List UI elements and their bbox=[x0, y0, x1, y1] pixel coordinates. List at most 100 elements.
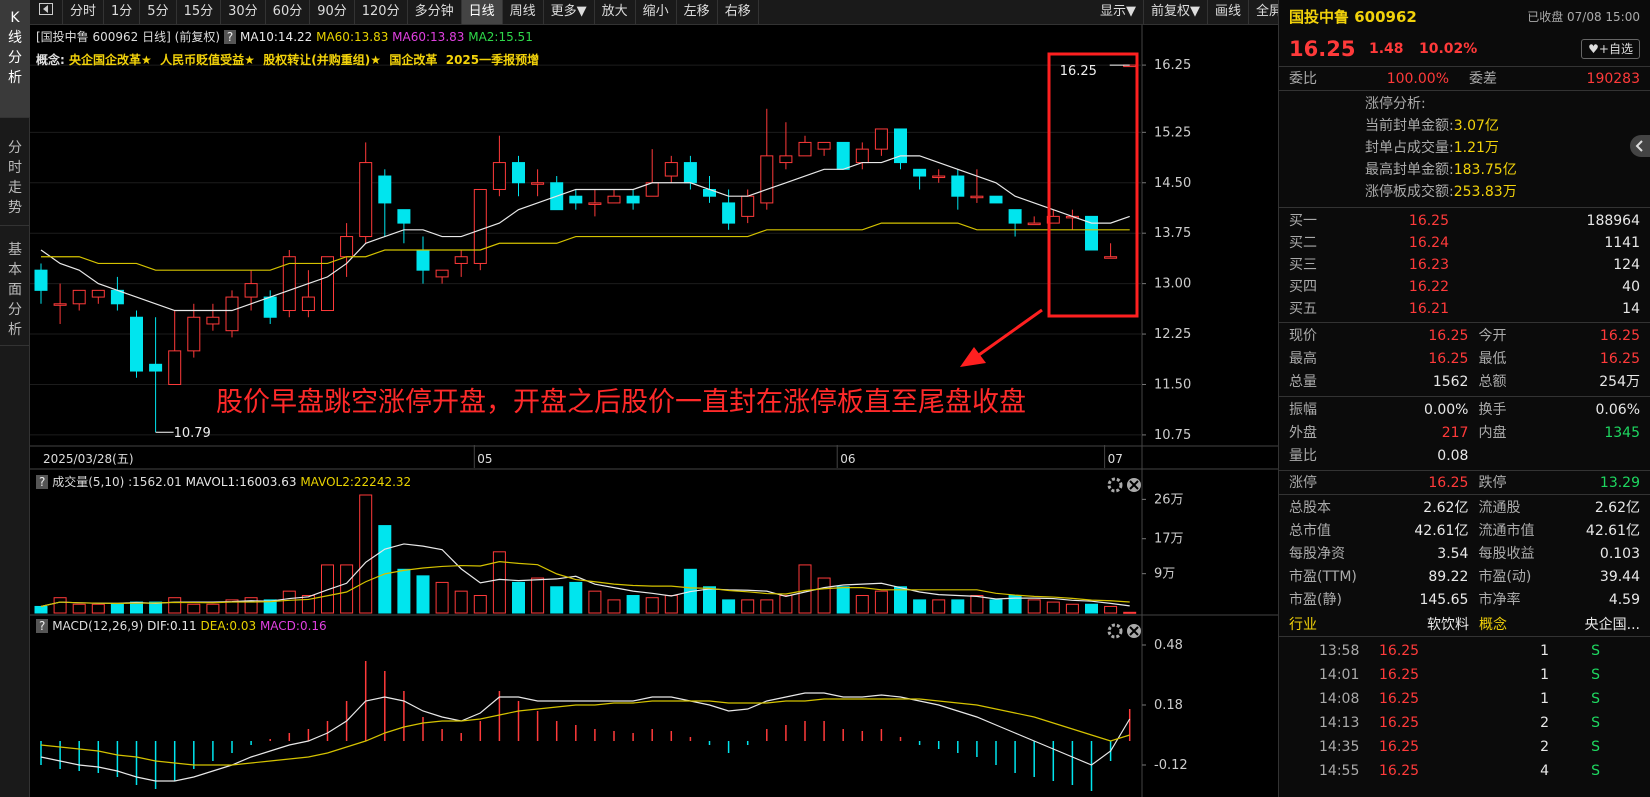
tick-row: 14:13 16.25 2 S bbox=[1279, 711, 1650, 735]
display-tool-button[interactable]: 画线 bbox=[1208, 0, 1249, 24]
candle-body bbox=[72, 289, 86, 305]
concept-item[interactable]: 人民币贬值受益★ bbox=[160, 53, 255, 67]
bid-row[interactable]: 买三 16.23 124 bbox=[1279, 254, 1650, 276]
tick-price: 16.25 bbox=[1379, 643, 1420, 659]
stat-label: 流通股 bbox=[1478, 500, 1521, 516]
volume-bar bbox=[1027, 599, 1041, 614]
macd-axis-label: 0.48 bbox=[1154, 638, 1183, 653]
tick-price: 16.25 bbox=[1379, 715, 1420, 731]
volume-bar bbox=[1085, 603, 1098, 614]
volume-bar bbox=[531, 577, 545, 614]
stat-label: 总股本 bbox=[1289, 500, 1331, 516]
stat-label: 每股收益 bbox=[1478, 546, 1535, 562]
period-button[interactable]: 周线 bbox=[503, 0, 544, 24]
add-favorite-button[interactable]: ♥+自选 bbox=[1581, 39, 1640, 59]
ma2-label: MA2:15.51 bbox=[468, 30, 533, 44]
macd-axis-label: -0.12 bbox=[1154, 758, 1188, 773]
tick-qty: 1 bbox=[1540, 667, 1549, 683]
period-button[interactable]: 1分 bbox=[104, 0, 141, 24]
candle-body bbox=[225, 296, 239, 332]
stat-value bbox=[1558, 445, 1640, 468]
bid-row[interactable]: 买一 16.25 188964 bbox=[1279, 210, 1650, 232]
gear-icon[interactable] bbox=[1107, 623, 1123, 639]
volume-bar bbox=[454, 590, 468, 614]
zoom-tool-button[interactable]: 缩小 bbox=[636, 0, 677, 24]
weibi-label: 委比 bbox=[1289, 71, 1317, 87]
bid-volume: 1141 bbox=[1604, 235, 1640, 251]
stat-value: 2.62亿 bbox=[1423, 500, 1469, 516]
concept-item[interactable]: 国企改革 bbox=[389, 53, 437, 67]
industry-value[interactable]: 软饮料 bbox=[1399, 614, 1469, 636]
period-buttons: 分时 1分 5分 15分 30分 60分 90分 120分 多分钟 日线 周线 更多▼ bbox=[63, 0, 595, 24]
volume-bar bbox=[34, 605, 48, 614]
volume-bar bbox=[874, 590, 888, 614]
help-icon[interactable]: ? bbox=[223, 30, 237, 44]
tick-price: 16.25 bbox=[1379, 691, 1420, 707]
candle-body bbox=[244, 283, 258, 298]
tick-side: S bbox=[1591, 667, 1600, 683]
stat-row: 最高 16.25 最低 16.25 bbox=[1279, 348, 1650, 371]
price-axis-label: 13.00 bbox=[1154, 277, 1191, 292]
concept-item[interactable]: 2025一季报预增 bbox=[446, 53, 539, 67]
concept-item[interactable]: 股权转让(并购重组)★ bbox=[263, 53, 381, 67]
period-button[interactable]: 30分 bbox=[221, 0, 266, 24]
volume-bar bbox=[110, 603, 124, 614]
zoom-tool-button[interactable]: 左移 bbox=[677, 0, 718, 24]
arrow-head-icon bbox=[960, 347, 986, 367]
tick-side: S bbox=[1591, 739, 1600, 755]
volume-bar bbox=[91, 603, 105, 614]
collapse-left-icon[interactable] bbox=[30, 0, 63, 24]
industry-label: 行业 bbox=[1289, 617, 1317, 633]
stat-value: 42.61亿 bbox=[1414, 523, 1469, 539]
gear-icon[interactable] bbox=[1107, 477, 1123, 493]
limit-prices: 涨停 16.25 跌停 13.29 bbox=[1279, 470, 1650, 494]
stat-value: 0.08 bbox=[1437, 448, 1469, 464]
adjust-label: (前复权) bbox=[174, 30, 221, 44]
tab-fundamental[interactable]: 基 本 面 分 析 bbox=[0, 226, 30, 346]
help-icon[interactable]: ? bbox=[36, 475, 49, 489]
candle-body bbox=[932, 175, 946, 179]
period-button[interactable]: 更多▼ bbox=[544, 0, 595, 24]
highlight-box bbox=[1047, 52, 1139, 318]
price-change: 1.48 bbox=[1369, 41, 1404, 57]
candle-body bbox=[301, 296, 315, 312]
candle-body bbox=[397, 209, 411, 224]
period-button[interactable]: 15分 bbox=[177, 0, 222, 24]
concept-value-right[interactable]: 央企国... bbox=[1559, 614, 1640, 636]
candle-body bbox=[741, 195, 755, 217]
period-button[interactable]: 60分 bbox=[266, 0, 311, 24]
bid-volume: 40 bbox=[1622, 279, 1640, 295]
candle-body bbox=[492, 162, 506, 190]
tick-row: 14:35 16.25 2 S bbox=[1279, 735, 1650, 759]
kline-header: [国投中鲁 600962 日线] (前复权) ? MA10:14.22 MA60… bbox=[36, 28, 533, 45]
period-button[interactable]: 120分 bbox=[355, 0, 408, 24]
zoom-tool-button[interactable]: 放大 bbox=[595, 0, 636, 24]
dif-label: DIF:0.11 bbox=[147, 619, 197, 633]
bid-row[interactable]: 买五 16.21 14 bbox=[1279, 298, 1650, 320]
price-axis-label: 12.25 bbox=[1154, 327, 1191, 342]
volume-bar bbox=[664, 595, 678, 614]
chevron-left-icon[interactable] bbox=[1630, 135, 1650, 157]
display-tool-button[interactable]: 显示▼ bbox=[1093, 0, 1144, 24]
period-button[interactable]: 90分 bbox=[310, 0, 355, 24]
tick-side: S bbox=[1591, 691, 1600, 707]
volume-bar bbox=[72, 603, 86, 614]
period-button[interactable]: 分时 bbox=[63, 0, 105, 24]
period-button[interactable]: 日线 bbox=[461, 0, 503, 24]
tab-kline-analysis[interactable]: K 线 分 析 bbox=[0, 0, 30, 118]
concept-item[interactable]: 央企国企改革★ bbox=[69, 53, 152, 67]
volume-axis-label: 26万 bbox=[1154, 492, 1184, 507]
bid-row[interactable]: 买四 16.22 40 bbox=[1279, 276, 1650, 298]
stat-label: 总市值 bbox=[1289, 523, 1331, 539]
period-button[interactable]: 多分钟 bbox=[408, 0, 462, 24]
stat-label: 市盈(静) bbox=[1289, 592, 1342, 608]
zoom-tool-button[interactable]: 右移 bbox=[718, 0, 759, 24]
display-tool-button[interactable]: 前复权▼ bbox=[1144, 0, 1208, 24]
low-price-label: 10.79 bbox=[174, 426, 211, 441]
volume-bar bbox=[722, 599, 736, 614]
tab-intraday[interactable]: 分 时 走 势 bbox=[0, 118, 30, 226]
help-icon[interactable]: ? bbox=[36, 619, 49, 633]
bid-row[interactable]: 买二 16.24 1141 bbox=[1279, 232, 1650, 254]
volume-bar bbox=[282, 590, 296, 614]
period-button[interactable]: 5分 bbox=[140, 0, 177, 24]
